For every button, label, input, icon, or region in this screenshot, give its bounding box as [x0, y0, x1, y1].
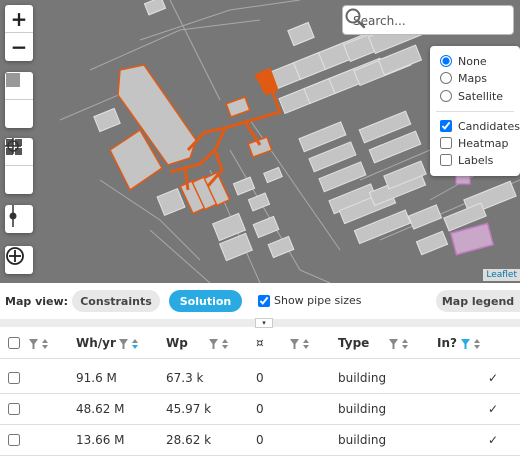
zoom-control: + − [5, 5, 33, 61]
overlay-candidates-checkbox[interactable] [440, 120, 452, 132]
cell-wp: 67.3 k [166, 371, 204, 385]
basemap-maps-radio[interactable] [440, 72, 452, 84]
filter-sort-icon[interactable] [208, 338, 230, 350]
table-row[interactable]: 13.66 M 28.62 k 0 building ✓ [0, 425, 520, 456]
filter-active-icon[interactable] [460, 338, 482, 350]
filter-sort-icon[interactable] [388, 338, 410, 350]
basemap-none-radio[interactable] [440, 55, 452, 67]
search-icon[interactable] [343, 6, 367, 30]
crosshair-icon [5, 138, 21, 154]
row-select-checkbox[interactable] [8, 372, 20, 384]
cell-type: building [338, 371, 387, 385]
map-view-bar: Map view: Constraints Solution Show pipe… [0, 283, 520, 319]
row-select-checkbox[interactable] [8, 434, 20, 446]
overlay-label: Candidates [458, 119, 520, 133]
filter-sort-icon[interactable] [289, 338, 311, 350]
column-header-whyr[interactable]: Wh/yr [76, 328, 116, 358]
table-row[interactable]: 48.62 M 45.97 k 0 building ✓ [0, 394, 520, 425]
add-point-button[interactable] [5, 246, 33, 274]
select-all-checkbox[interactable] [8, 337, 20, 349]
zoom-out-button[interactable]: − [5, 33, 33, 61]
cell-cost: 0 [256, 402, 264, 416]
basemap-label: Maps [458, 71, 487, 85]
overlay-label: Labels [458, 153, 494, 167]
results-table: ▾ Wh/yr Wp ¤ Type In? 91.6 M 67.3 k 0 bu… [0, 318, 520, 463]
draw-line-button[interactable] [5, 205, 33, 233]
map-canvas[interactable]: + − None [0, 0, 520, 283]
line-node-icon [9, 205, 17, 227]
cell-in-check: ✓ [488, 371, 499, 385]
map-view-label: Map view: [5, 295, 69, 308]
basemap-satellite-option[interactable]: Satellite [438, 88, 503, 104]
filter-sort-icon[interactable] [28, 338, 50, 350]
draw-toolbar [5, 72, 33, 128]
column-header-type[interactable]: Type [338, 328, 369, 358]
rectangle-icon [6, 73, 20, 87]
cell-whyr: 91.6 M [76, 371, 117, 385]
cell-cost: 0 [256, 433, 264, 447]
cell-in-check: ✓ [488, 433, 499, 447]
basemap-maps-option[interactable]: Maps [438, 70, 487, 86]
collapse-panel-button[interactable]: ▾ [255, 318, 273, 328]
overlay-candidates-option[interactable]: Candidates [438, 118, 520, 134]
overlay-heatmap-checkbox[interactable] [440, 137, 452, 149]
cell-in-check: ✓ [488, 402, 499, 416]
show-pipe-sizes-label: Show pipe sizes [274, 294, 362, 307]
draw-rectangle-button[interactable] [5, 73, 33, 128]
solution-button[interactable]: Solution [169, 290, 242, 312]
column-header-in[interactable]: In? [437, 328, 457, 358]
layers-separator [436, 111, 514, 112]
map-legend-button[interactable]: Map legend [436, 290, 520, 312]
select-toolbar [5, 138, 33, 194]
search-box [342, 5, 514, 35]
map-attribution[interactable]: Leaflet [483, 269, 520, 281]
overlay-labels-option[interactable]: Labels [438, 152, 493, 168]
cell-cost: 0 [256, 371, 264, 385]
locate-button[interactable] [5, 138, 33, 194]
layers-control: None Maps Satellite Candidates Heatmap L… [430, 46, 520, 176]
add-toolbar [5, 246, 33, 274]
basemap-none-option[interactable]: None [438, 53, 487, 69]
filter-sort-desc-icon[interactable] [118, 338, 140, 350]
zoom-in-button[interactable]: + [5, 5, 33, 33]
show-pipe-sizes-toggle[interactable]: Show pipe sizes [258, 294, 362, 307]
cell-wp: 45.97 k [166, 402, 212, 416]
cell-whyr: 13.66 M [76, 433, 125, 447]
cell-type: building [338, 433, 387, 447]
overlay-label: Heatmap [458, 136, 509, 150]
basemap-label: Satellite [458, 89, 504, 103]
line-toolbar [5, 205, 33, 233]
cell-type: building [338, 402, 387, 416]
circle-plus-icon [6, 247, 24, 265]
overlay-labels-checkbox[interactable] [440, 154, 452, 166]
table-row[interactable]: 91.6 M 67.3 k 0 building ✓ [0, 363, 520, 394]
basemap-label: None [458, 54, 487, 68]
overlay-heatmap-option[interactable]: Heatmap [438, 135, 509, 151]
constraints-button[interactable]: Constraints [72, 290, 160, 312]
column-header-cost[interactable]: ¤ [256, 328, 264, 358]
cell-wp: 28.62 k [166, 433, 212, 447]
show-pipe-sizes-checkbox[interactable] [258, 294, 270, 307]
table-header-row: Wh/yr Wp ¤ Type In? [0, 328, 520, 359]
column-header-wp[interactable]: Wp [166, 328, 188, 358]
search-input[interactable] [351, 11, 485, 31]
cell-whyr: 48.62 M [76, 402, 125, 416]
basemap-satellite-radio[interactable] [440, 90, 452, 102]
row-select-checkbox[interactable] [8, 403, 20, 415]
